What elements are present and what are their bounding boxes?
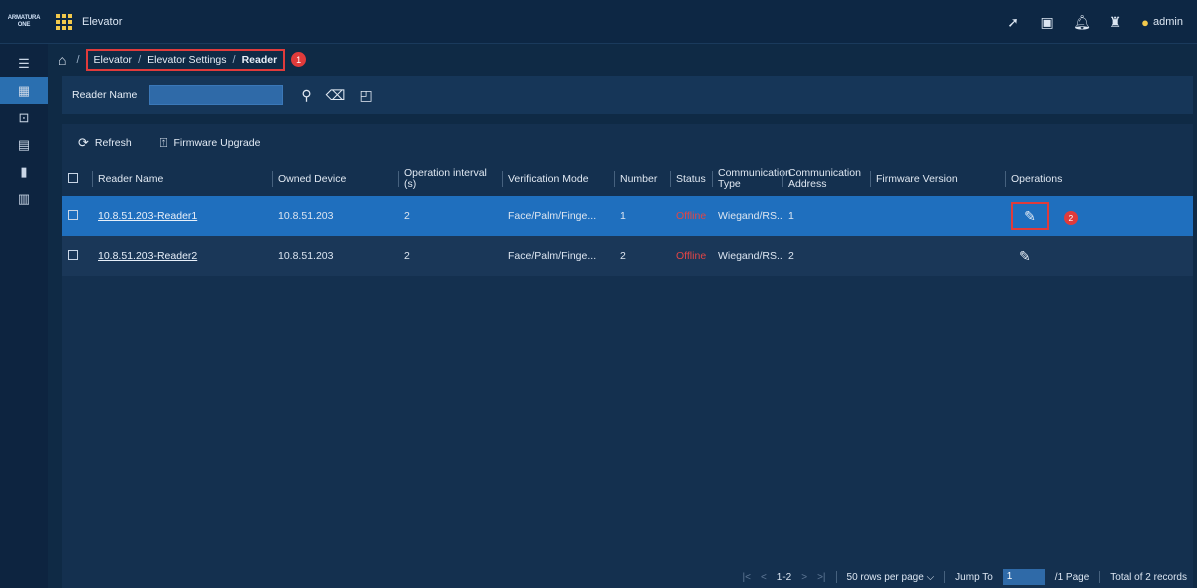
- col-reader-name[interactable]: Reader Name: [92, 162, 272, 196]
- search-icon[interactable]: ⚲: [301, 87, 311, 104]
- app-grid-icon[interactable]: [56, 13, 72, 30]
- monitor-icon[interactable]: ▣: [1039, 14, 1055, 30]
- edit-button[interactable]: ✎: [1011, 202, 1049, 230]
- jump-label: Jump To: [955, 571, 993, 583]
- rail-report-icon[interactable]: ▤: [0, 131, 48, 158]
- reader-number: 1: [614, 196, 670, 236]
- refresh-button[interactable]: ⟳ Refresh: [78, 135, 132, 151]
- row-checkbox[interactable]: [68, 209, 78, 220]
- chevron-down-icon: ⌵: [926, 571, 935, 583]
- first-page-icon[interactable]: |<: [743, 572, 751, 583]
- communication-address: 1: [782, 196, 870, 236]
- col-verification-mode[interactable]: Verification Mode: [502, 162, 614, 196]
- jump-to-input[interactable]: 1: [1002, 569, 1045, 585]
- prev-page-icon[interactable]: <: [761, 572, 767, 583]
- breadcrumb-highlight: Elevator / Elevator Settings / Reader: [85, 48, 286, 71]
- edit-icon: ✎: [1024, 207, 1036, 224]
- rail-monitor-icon[interactable]: ⊡: [0, 104, 48, 131]
- pin-icon[interactable]: ➚: [1005, 14, 1021, 30]
- table-row[interactable]: 10.8.51.203-Reader2 10.8.51.203 2 Face/P…: [62, 236, 1193, 276]
- bell-icon[interactable]: 🔔︎: [1073, 14, 1091, 30]
- operation-interval: 2: [398, 236, 502, 276]
- rows-per-page-select[interactable]: 50 rows per page ⌵: [847, 572, 935, 583]
- communication-type: Wiegand/RS...: [712, 196, 782, 236]
- refresh-icon: ⟳: [78, 135, 89, 150]
- verification-mode: Face/Palm/Finge...: [502, 196, 614, 236]
- breadcrumb-elevator-settings[interactable]: Elevator Settings: [147, 54, 226, 66]
- table-row[interactable]: 10.8.51.203-Reader1 10.8.51.203 2 Face/P…: [62, 196, 1193, 236]
- toolbar: ⟳ Refresh ⍐ Firmware Upgrade: [62, 124, 1193, 162]
- col-number[interactable]: Number: [614, 162, 670, 196]
- col-communication-type[interactable]: Communication Type: [712, 162, 791, 196]
- col-operation-interval[interactable]: Operation interval (s): [398, 162, 502, 196]
- user-name: admin: [1153, 16, 1183, 28]
- reader-name-input[interactable]: [149, 85, 284, 105]
- owned-device: 10.8.51.203: [272, 196, 398, 236]
- last-page-icon[interactable]: >|: [817, 572, 825, 583]
- search-panel: Reader Name ⚲ ⌫ ◰: [62, 76, 1193, 114]
- bookmark-icon[interactable]: ◰: [359, 87, 372, 104]
- reader-name-link[interactable]: 10.8.51.203-Reader2: [98, 250, 197, 262]
- step-badge-1: 1: [291, 52, 307, 67]
- alarm-icon[interactable]: ♜: [1107, 14, 1123, 30]
- table-header: Reader Name Owned Device Operation inter…: [62, 162, 1193, 196]
- rail-document-icon[interactable]: ▮: [0, 158, 48, 185]
- communication-address: 2: [782, 236, 870, 276]
- page-range: 1-2: [776, 571, 792, 583]
- next-page-icon[interactable]: >: [801, 572, 807, 583]
- col-status[interactable]: Status: [670, 162, 712, 196]
- pagination: |< < 1-2 > >| 50 rows per page ⌵ Jump To…: [62, 566, 1193, 588]
- page-count: /1 Page: [1054, 571, 1090, 583]
- rail-menu-icon[interactable]: ☰: [0, 50, 48, 77]
- col-operations: Operations: [1005, 162, 1193, 196]
- user-menu[interactable]: ● admin: [1141, 15, 1183, 30]
- reader-name-link[interactable]: 10.8.51.203-Reader1: [98, 210, 197, 222]
- main-content: ⟳ Refresh ⍐ Firmware Upgrade Reader Name…: [62, 124, 1193, 588]
- rail-building-icon[interactable]: ▥: [0, 185, 48, 212]
- breadcrumb-elevator[interactable]: Elevator: [94, 54, 133, 66]
- breadcrumb: ⌂ / Elevator / Elevator Settings / Reade…: [48, 44, 1197, 75]
- row-checkbox[interactable]: [68, 249, 78, 260]
- verification-mode: Face/Palm/Finge...: [502, 236, 614, 276]
- col-communication-address[interactable]: Communication Address: [782, 162, 870, 196]
- top-bar: ARMATURA ONE Elevator ➚ ▣ 🔔︎ ♜ ● admin: [0, 0, 1197, 44]
- upgrade-icon: ⍐: [159, 135, 168, 150]
- home-icon[interactable]: ⌂: [58, 52, 66, 68]
- owned-device: 10.8.51.203: [272, 236, 398, 276]
- status-badge: Offline: [670, 196, 712, 236]
- status-badge: Offline: [670, 236, 712, 276]
- edit-icon[interactable]: ✎: [1019, 248, 1031, 264]
- reader-number: 2: [614, 236, 670, 276]
- operation-interval: 2: [398, 196, 502, 236]
- app-title: Elevator: [82, 15, 123, 28]
- firmware-version: [870, 196, 1005, 236]
- step-badge-2: 2: [1063, 210, 1078, 225]
- clear-icon[interactable]: ⌫: [326, 87, 346, 104]
- firmware-upgrade-button[interactable]: ⍐ Firmware Upgrade: [160, 135, 261, 151]
- search-label: Reader Name: [72, 89, 138, 101]
- col-owned-device[interactable]: Owned Device: [272, 162, 398, 196]
- breadcrumb-reader: Reader: [241, 53, 278, 66]
- rail-elevator-icon[interactable]: ▦: [0, 77, 48, 104]
- total-records: Total of 2 records: [1110, 571, 1187, 583]
- communication-type: Wiegand/RS...: [712, 236, 782, 276]
- reader-table: Reader Name Owned Device Operation inter…: [62, 162, 1193, 276]
- left-rail: ☰ ▦ ⊡ ▤ ▮ ▥: [0, 44, 48, 588]
- firmware-version: [870, 236, 1005, 276]
- col-firmware-version[interactable]: Firmware Version: [870, 162, 1005, 196]
- select-all-checkbox[interactable]: [68, 172, 78, 183]
- user-icon: ●: [1141, 14, 1150, 30]
- app-logo: ARMATURA ONE: [7, 14, 41, 28]
